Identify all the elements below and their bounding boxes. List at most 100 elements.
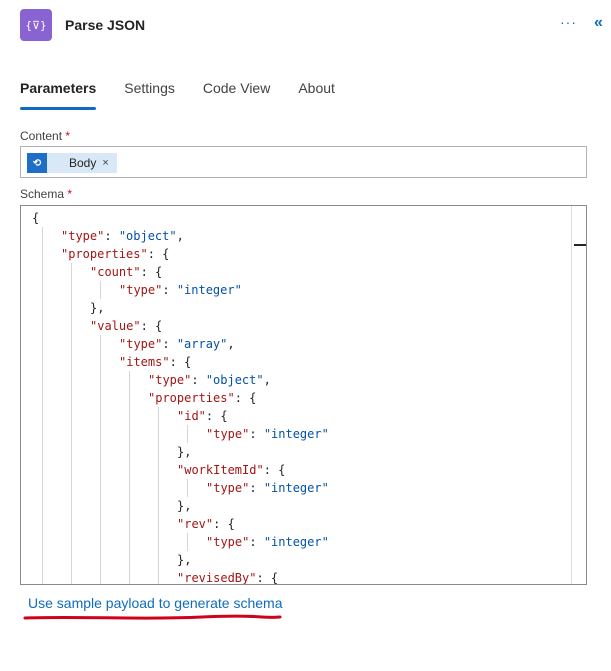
indent-guide (71, 335, 72, 353)
json-punctuation: : { (205, 409, 228, 423)
code-line: "type": "integer" (206, 533, 329, 551)
indent-guide (71, 389, 72, 407)
content-field[interactable]: ⟲ Body × (20, 146, 587, 178)
indent-guide (42, 461, 43, 479)
indent-guide (71, 551, 72, 569)
indent-guide (42, 371, 43, 389)
indent-guide (71, 317, 72, 335)
code-line: "value": { (90, 317, 162, 335)
json-key: "revisedBy" (177, 571, 257, 585)
tab-settings[interactable]: Settings (124, 80, 175, 110)
json-key: "items" (119, 355, 170, 369)
code-line: "type": "object", (61, 227, 184, 245)
indent-guide (71, 443, 72, 461)
json-key: "type" (206, 481, 250, 495)
indent-guide (71, 569, 72, 584)
code-line: "count": { (90, 263, 162, 281)
indent-guide (71, 479, 72, 497)
json-key: "type" (206, 535, 250, 549)
json-punctuation: : { (140, 265, 163, 279)
indent-guide (71, 533, 72, 551)
indent-guide (100, 479, 101, 497)
indent-guide (71, 407, 72, 425)
json-key: "type" (148, 373, 192, 387)
indent-guide (42, 515, 43, 533)
code-line: "items": { (119, 353, 191, 371)
indent-guide (100, 533, 101, 551)
indent-guide (158, 443, 159, 461)
indent-guide (100, 569, 101, 584)
indent-guide (100, 281, 101, 299)
indent-guide (100, 335, 101, 353)
json-key: "type" (119, 337, 163, 351)
json-key: "type" (206, 427, 250, 441)
content-label-text: Content (20, 129, 63, 143)
tab-code-view[interactable]: Code View (203, 80, 270, 110)
json-punctuation: }, (177, 445, 192, 459)
indent-guide (42, 245, 43, 263)
json-punctuation: }, (177, 553, 192, 567)
schema-editor[interactable]: {"type": "object", "properties": {"count"… (20, 205, 587, 585)
indent-guide (71, 515, 72, 533)
json-key: "properties" (61, 247, 148, 261)
indent-guide (42, 353, 43, 371)
tab-about[interactable]: About (298, 80, 335, 110)
indent-guide (71, 263, 72, 281)
indent-guide (42, 533, 43, 551)
indent-guide (187, 425, 188, 443)
indent-guide (129, 389, 130, 407)
code-line: { (32, 209, 39, 227)
code-line: }, (177, 497, 191, 515)
indent-guide (100, 515, 101, 533)
indent-guide (100, 551, 101, 569)
json-punctuation: : { (147, 247, 170, 261)
remove-token-icon[interactable]: × (102, 157, 108, 169)
json-key: "count" (90, 265, 141, 279)
indent-guide (71, 371, 72, 389)
json-string: "integer" (176, 283, 242, 297)
action-title[interactable]: Parse JSON (65, 17, 145, 33)
json-string: "array" (176, 337, 228, 351)
json-key: "type" (119, 283, 163, 297)
json-punctuation: : { (256, 571, 279, 585)
indent-guide (42, 551, 43, 569)
indent-guide (158, 533, 159, 551)
code-line: "workItemId": { (177, 461, 285, 479)
json-punctuation: }, (90, 301, 105, 315)
parse-json-icon: {⊽} (20, 9, 52, 41)
required-mark: * (67, 187, 73, 201)
code-line: "id": { (177, 407, 228, 425)
code-line: "rev": { (177, 515, 235, 533)
collapse-panel-button[interactable]: « (594, 14, 603, 32)
json-string: "object" (118, 229, 177, 243)
json-key: "id" (177, 409, 206, 423)
indent-guide (158, 551, 159, 569)
indent-guide (158, 425, 159, 443)
json-punctuation: : (104, 229, 119, 243)
schema-code[interactable]: {"type": "object", "properties": {"count"… (21, 206, 571, 584)
indent-guide (158, 515, 159, 533)
json-key: "properties" (148, 391, 235, 405)
json-punctuation: : { (234, 391, 257, 405)
scrollbar-thumb[interactable] (574, 244, 586, 246)
indent-guide (42, 443, 43, 461)
schema-label-text: Schema (20, 187, 65, 201)
json-string: "integer" (263, 535, 329, 549)
more-options-button[interactable]: ··· (560, 14, 577, 30)
json-punctuation: : { (140, 319, 163, 333)
editor-scrollbar[interactable] (571, 206, 586, 584)
indent-guide (187, 533, 188, 551)
code-line: }, (177, 443, 191, 461)
json-key: "rev" (177, 517, 214, 531)
indent-guide (100, 443, 101, 461)
indent-guide (42, 227, 43, 245)
generate-schema-link[interactable]: Use sample payload to generate schema (28, 595, 282, 611)
indent-guide (129, 569, 130, 584)
body-token[interactable]: ⟲ Body × (27, 153, 117, 173)
json-string: "integer" (263, 427, 329, 441)
indent-guide (129, 479, 130, 497)
indent-guide (158, 461, 159, 479)
code-line: "type": "object", (148, 371, 271, 389)
code-line: "type": "integer" (206, 425, 329, 443)
tab-parameters[interactable]: Parameters (20, 80, 97, 110)
